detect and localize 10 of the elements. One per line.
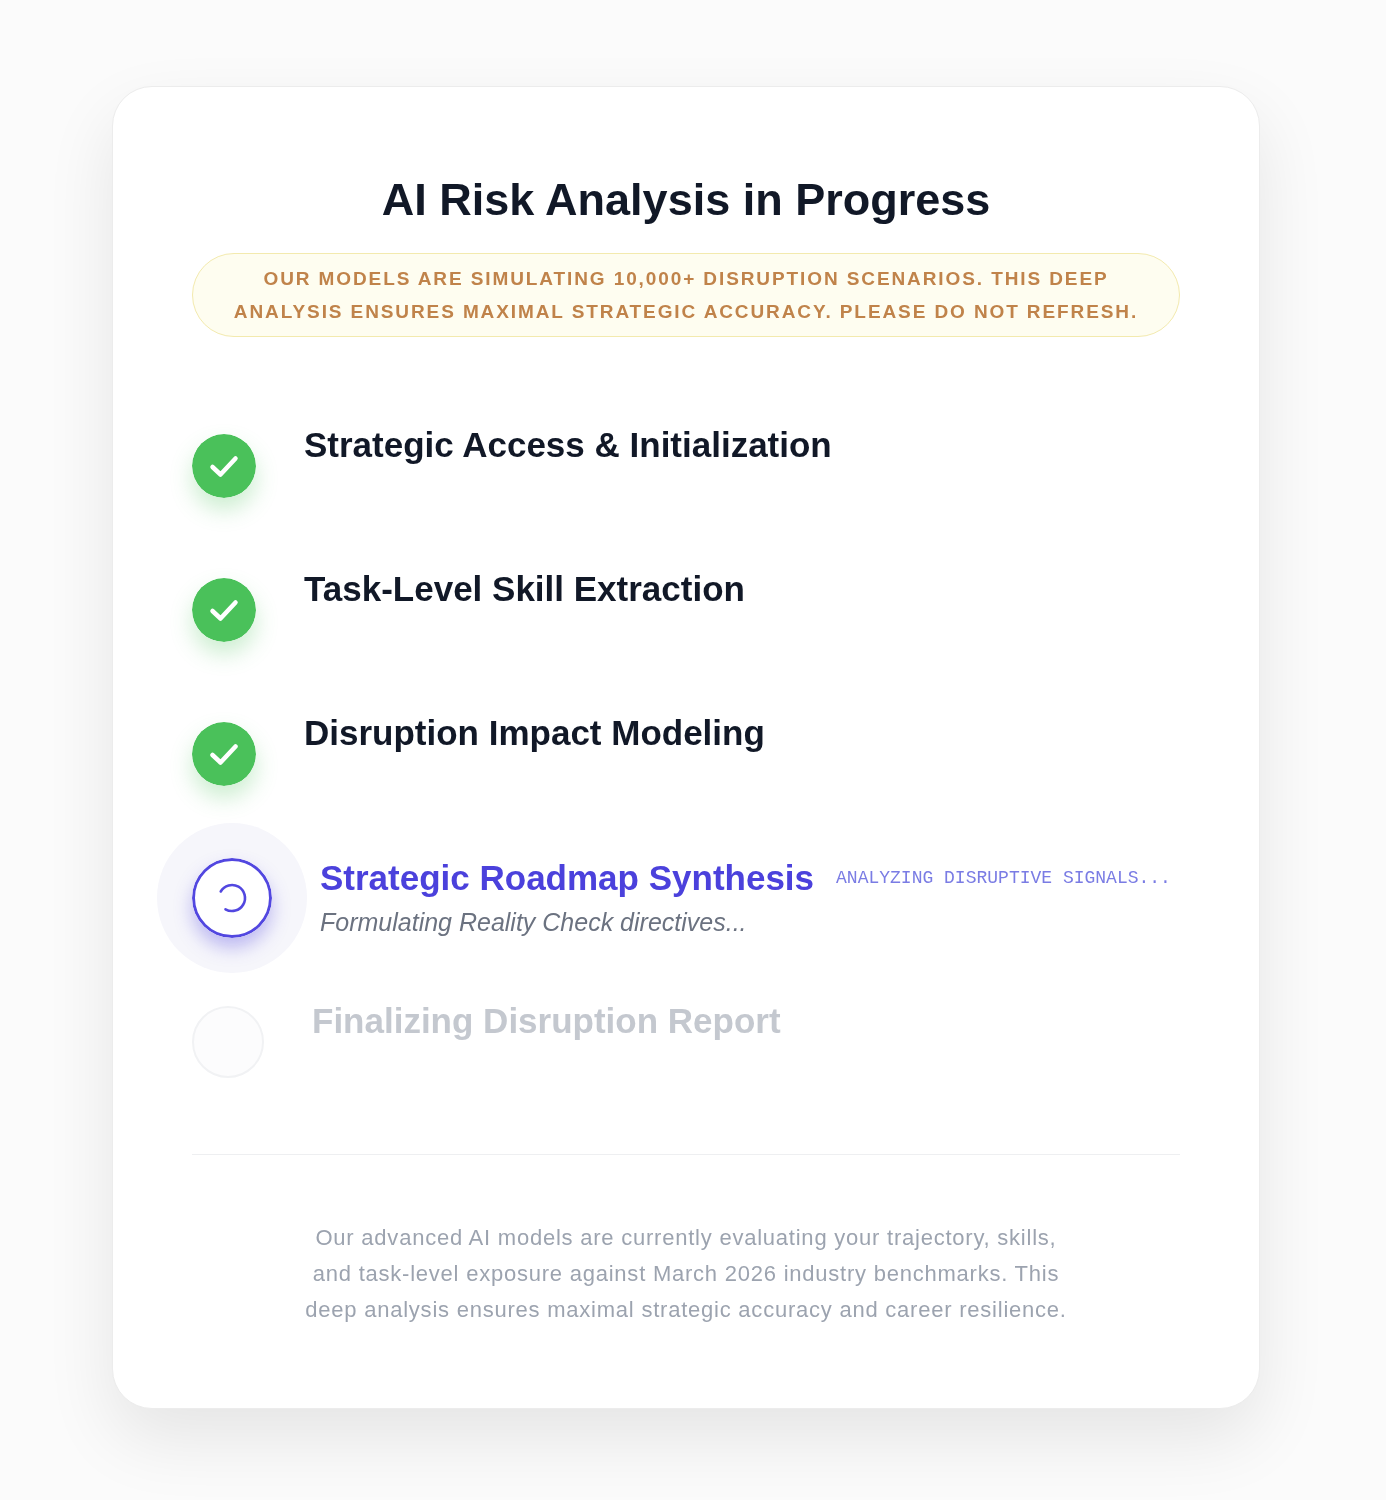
notice-banner: OUR MODELS ARE SIMULATING 10,000+ DISRUPTION SCENARIOS. THIS DEEP ANALYSIS ENSURES MAXIMAL STRATEGIC ACCURACY. PLEASE DO NOT REFRESH. xyxy=(192,253,1180,337)
step-title: Strategic Roadmap Synthesis xyxy=(320,857,815,899)
step-title: Finalizing Disruption Report xyxy=(312,1000,781,1042)
footer-text: Our advanced AI models are currently evaluating your trajectory, skills, and task-level exposure against March 2026 industry benchmarks. This deep analysis ensures maximal strategic accuracy and career resilience. xyxy=(304,1224,1068,1324)
step-title: Disruption Impact Modeling xyxy=(304,712,765,754)
step-title: Task-Level Skill Extraction xyxy=(304,568,745,610)
page-title: AI Risk Analysis in Progress xyxy=(380,176,992,224)
status-tag: ANALYZING DISRUPTIVE SIGNALS... xyxy=(836,864,1171,892)
step-detail: Formulating Reality Check directives... xyxy=(320,907,748,937)
step-title: Strategic Access & Initialization xyxy=(304,424,832,466)
